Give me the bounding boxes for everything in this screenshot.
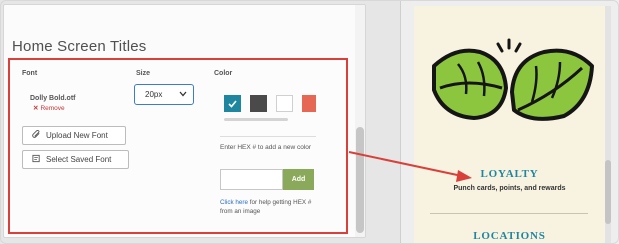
- annotation-arrow: [348, 151, 472, 182]
